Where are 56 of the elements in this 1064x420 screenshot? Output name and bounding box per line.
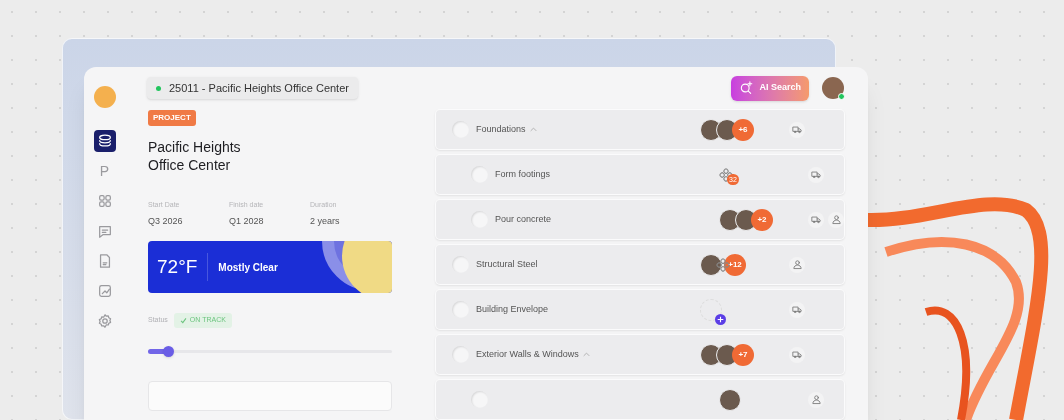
task-row[interactable]: [435, 379, 845, 420]
avatar: [719, 388, 741, 411]
task-name: Structural Steel: [476, 257, 538, 271]
chevron-icon[interactable]: [529, 127, 537, 132]
task-name: Foundations: [476, 122, 526, 136]
detail-value: Q1 2028: [229, 214, 265, 228]
chevron-icon[interactable]: [582, 352, 590, 357]
task-checkbox[interactable]: [452, 301, 469, 318]
check-icon: [179, 316, 187, 324]
user-avatar[interactable]: [822, 77, 844, 99]
avatar: [700, 253, 722, 276]
sidebar-item[interactable]: [93, 130, 116, 152]
project-title: Pacific Heights Office Center: [148, 138, 242, 174]
task-checkbox[interactable]: [452, 256, 469, 273]
task-row[interactable]: Pour concrete +2: [435, 199, 845, 240]
project-selector[interactable]: 25011 - Pacific Heights Office Center: [147, 77, 358, 99]
settings-icon: [96, 313, 113, 329]
detail-value: 2 years: [310, 214, 341, 228]
task-row[interactable]: Exterior Walls & Windows +7: [435, 334, 845, 375]
task-checkbox[interactable]: [471, 166, 488, 183]
task-row[interactable]: Structural Steel +12: [435, 244, 845, 285]
logo-icon: [93, 86, 116, 108]
task-checkbox[interactable]: [452, 346, 469, 363]
more-count: +2: [751, 208, 773, 231]
slider-thumb[interactable]: [162, 345, 174, 357]
truck-icon: [810, 169, 822, 180]
task-checkbox[interactable]: [471, 391, 488, 408]
truck-icon: [791, 349, 803, 360]
person-icon: [830, 214, 842, 225]
task-row[interactable]: Foundations +6: [435, 109, 845, 150]
more-count: +7: [732, 343, 754, 366]
detail-value: Q3 2026: [148, 214, 184, 228]
truck-icon: [810, 214, 822, 225]
truck-icon: [791, 304, 803, 315]
task-name: Building Envelope: [476, 302, 549, 316]
more-count: +6: [732, 118, 754, 141]
project-tag: PROJECT: [148, 110, 196, 126]
layers-icon: [96, 133, 113, 149]
more-count: +12: [724, 253, 746, 276]
task-name: Pour concrete: [495, 212, 552, 226]
task-name: Exterior Walls & Windows: [476, 347, 579, 361]
chart-icon: [96, 283, 113, 299]
task-checkbox[interactable]: [471, 211, 488, 228]
grid-icon: [96, 193, 113, 209]
chat-icon: [96, 223, 113, 239]
task-name: Form footings: [495, 167, 551, 181]
task-row[interactable]: Building Envelope: [435, 289, 845, 330]
person-icon: [791, 259, 803, 270]
truck-icon: [791, 124, 803, 135]
person-icon: [810, 394, 822, 405]
search-icon: [739, 81, 754, 95]
temperature: 72°F: [157, 252, 209, 282]
weather-condition: Mostly Clear: [217, 260, 278, 275]
add-button[interactable]: [715, 313, 726, 325]
plus-icon: [717, 315, 724, 323]
task-checkbox[interactable]: [452, 121, 469, 138]
